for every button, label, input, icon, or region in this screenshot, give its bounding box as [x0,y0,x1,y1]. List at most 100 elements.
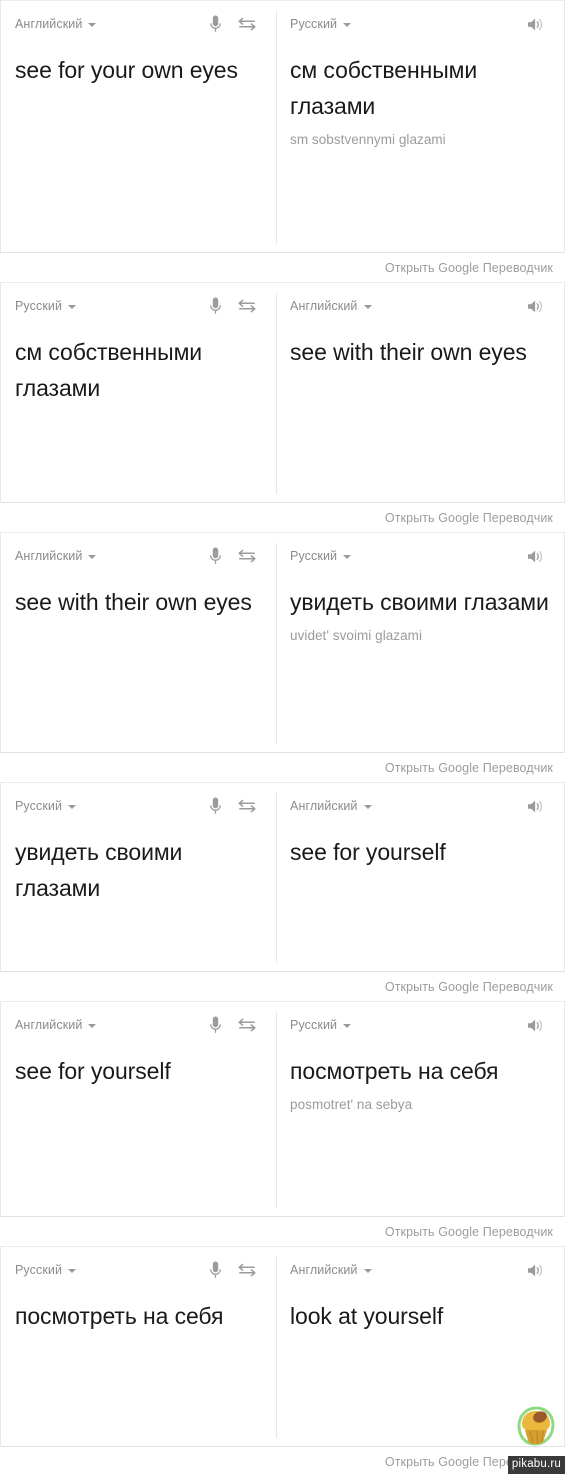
pane-body[interactable]: посмотреть на себя [15,1281,262,1334]
pane-header-icons [527,1259,544,1281]
translation-card: Русский увидеть своими глазами Английский s… [0,782,565,972]
translation-card-block: Английский see for your own eyes Русский см… [0,0,565,282]
translated-text: посмотреть на себя [290,1058,499,1084]
source-text[interactable]: see with their own eyes [15,584,262,620]
speaker-icon[interactable] [527,799,544,814]
pane-body[interactable]: see for yourself [15,1036,262,1089]
language-label: Английский [15,549,83,563]
source-text[interactable]: see for your own eyes [15,52,262,88]
swap-languages-icon[interactable] [238,299,256,313]
swap-languages-icon[interactable] [238,17,256,31]
pane-header: Русский [290,1014,550,1036]
chevron-down-icon [343,1024,352,1028]
target-pane: Русский см собственными глазами sm sobstve… [276,1,564,252]
language-label: Русский [290,1018,338,1032]
target-language-selector[interactable]: Русский [290,549,352,563]
swap-languages-icon[interactable] [238,549,256,563]
open-google-translate-link[interactable]: Открыть Google Переводчик [385,1455,553,1469]
target-language-selector[interactable]: Русский [290,17,352,31]
microphone-icon[interactable] [209,1016,222,1034]
transliteration-text: uvidet' svoimi glazami [290,628,423,643]
swap-languages-icon[interactable] [238,1018,256,1032]
pane-body[interactable]: see for your own eyes [15,35,262,88]
chevron-down-icon [343,555,352,559]
chevron-down-icon [68,305,77,309]
translation-card: Английский see with their own eyes Русский… [0,532,565,753]
pane-body[interactable]: см собственными глазами [15,317,262,406]
translated-text: see with their own eyes [290,339,527,365]
microphone-icon[interactable] [209,297,222,315]
card-footer: Открыть Google Переводчик [0,253,565,282]
chevron-down-icon [363,1269,372,1273]
translation-card: Русский см собственными глазами Английский… [0,282,565,503]
pane-header-icons [527,1014,544,1036]
language-label: Русский [15,299,63,313]
pane-header-icons [209,1259,256,1281]
language-label: Русский [290,549,338,563]
pane-header: Английский [15,13,262,35]
speaker-icon[interactable] [527,1263,544,1278]
translated-text: see for yourself [290,839,446,865]
language-label: Русский [15,1263,63,1277]
language-label: Русский [290,17,338,31]
target-language-selector[interactable]: Английский [290,299,372,313]
translation-card-block: Русский увидеть своими глазами Английский s… [0,782,565,1001]
swap-languages-icon[interactable] [238,799,256,813]
microphone-icon[interactable] [209,15,222,33]
source-language-selector[interactable]: Английский [15,549,97,563]
translated-text: увидеть своими глазами [290,589,549,615]
translated-text: см собственными глазами [290,57,484,119]
chevron-down-icon [363,305,372,309]
target-language-selector[interactable]: Английский [290,799,372,813]
speaker-icon[interactable] [527,549,544,564]
target-language-selector[interactable]: Английский [290,1263,372,1277]
swap-languages-icon[interactable] [238,1263,256,1277]
microphone-icon[interactable] [209,547,222,565]
open-google-translate-link[interactable]: Открыть Google Переводчик [385,1225,553,1239]
pane-header: Английский [15,545,262,567]
source-language-selector[interactable]: Английский [15,1018,97,1032]
open-google-translate-link[interactable]: Открыть Google Переводчик [385,261,553,275]
pane-header-icons [527,795,544,817]
source-text[interactable]: см собственными глазами [15,334,262,406]
chevron-down-icon [68,805,77,809]
open-google-translate-link[interactable]: Открыть Google Переводчик [385,980,553,994]
microphone-icon[interactable] [209,797,222,815]
pane-header: Русский [15,295,262,317]
source-language-selector[interactable]: Русский [15,299,77,313]
source-pane: Русский посмотреть на себя [1,1247,276,1446]
open-google-translate-link[interactable]: Открыть Google Переводчик [385,761,553,775]
source-pane: Английский see for your own eyes [1,1,276,252]
translation-card: Английский see for your own eyes Русский см… [0,0,565,253]
open-google-translate-link[interactable]: Открыть Google Переводчик [385,511,553,525]
pane-body[interactable]: see with their own eyes [15,567,262,620]
translation-card-block: Русский посмотреть на себя Английский look … [0,1246,565,1476]
pane-header: Русский [290,545,550,567]
pane-header-icons [527,295,544,317]
translation-card: Русский посмотреть на себя Английский look … [0,1246,565,1447]
target-language-selector[interactable]: Русский [290,1018,352,1032]
source-language-selector[interactable]: Русский [15,799,77,813]
source-text[interactable]: посмотреть на себя [15,1298,262,1334]
pane-header-icons [527,13,544,35]
pane-body: see for yourself [290,817,550,870]
pane-body: увидеть своими глазами uvidet' svoimi gla… [290,567,550,645]
microphone-icon[interactable] [209,1261,222,1279]
transliteration-text: posmotret' na sebya [290,1097,413,1112]
speaker-icon[interactable] [527,17,544,32]
card-footer: Открыть Google Переводчик [0,503,565,532]
source-text[interactable]: see for yourself [15,1053,262,1089]
source-language-selector[interactable]: Английский [15,17,97,31]
speaker-icon[interactable] [527,1018,544,1033]
source-language-selector[interactable]: Русский [15,1263,77,1277]
target-pane: Английский see for yourself [276,783,564,971]
transliteration-text: sm sobstvennymi glazami [290,132,446,147]
speaker-icon[interactable] [527,299,544,314]
language-label: Английский [290,299,358,313]
pane-header-icons [209,295,256,317]
translation-card: Английский see for yourself Русский посмотр… [0,1001,565,1217]
translation-widget-list: Английский see for your own eyes Русский см… [0,0,565,1476]
pane-body[interactable]: увидеть своими глазами [15,817,262,906]
pane-header-icons [527,545,544,567]
source-text[interactable]: увидеть своими глазами [15,834,262,906]
